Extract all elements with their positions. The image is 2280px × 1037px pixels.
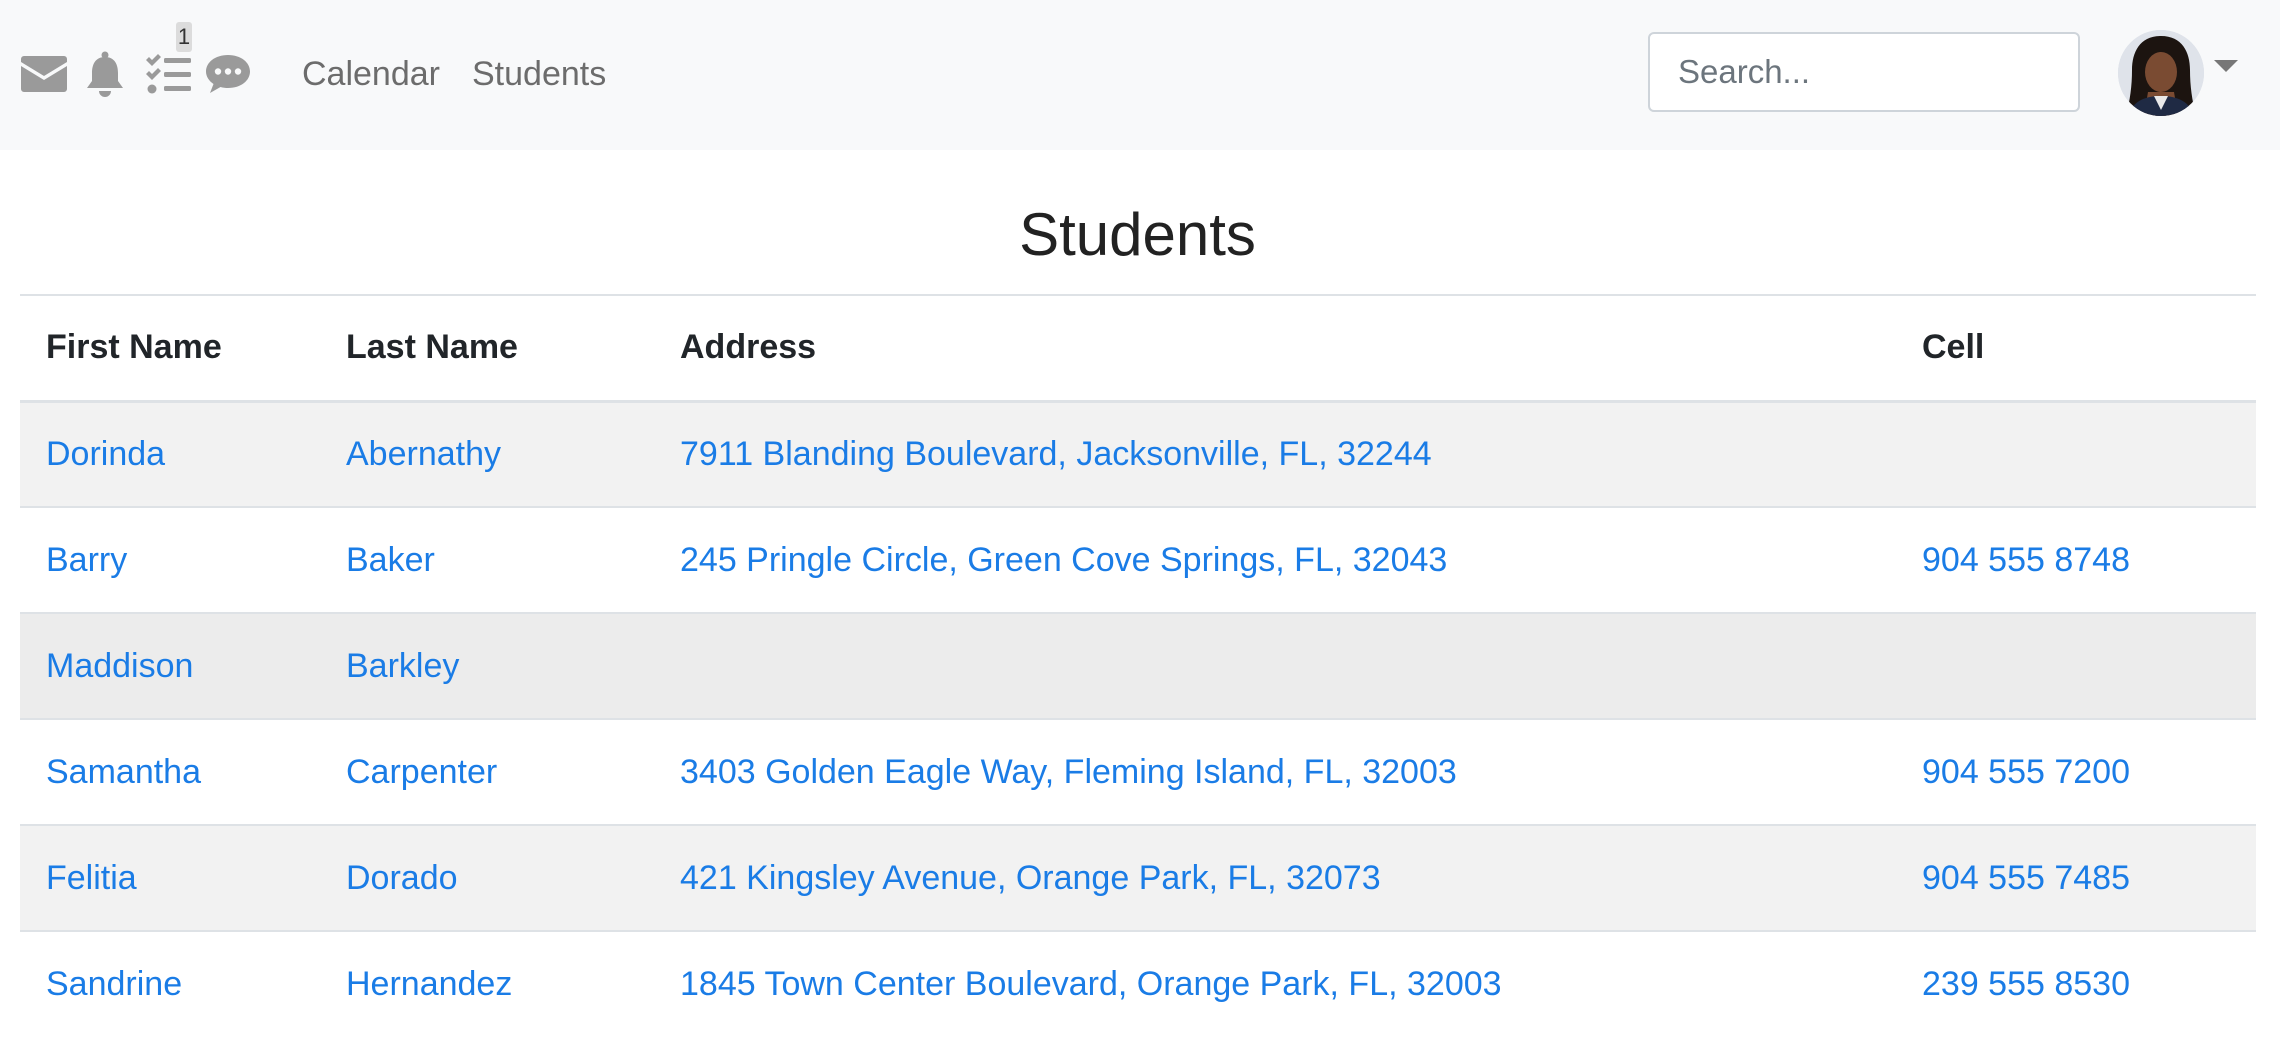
cell-phone-cell: 904 555 7485 <box>1896 824 2256 931</box>
first-name-cell: Dorinda <box>20 400 320 507</box>
address-cell: 7911 Blanding Boulevard, Jacksonville, F… <box>654 400 1896 507</box>
last-name-link[interactable]: Abernathy <box>346 435 501 473</box>
envelope-icon[interactable] <box>20 44 68 104</box>
last-name-cell: Dorado <box>320 824 654 931</box>
cell-phone-cell: 239 555 8530 <box>1896 930 2256 1037</box>
address-link[interactable]: 7911 Blanding Boulevard, Jacksonville, F… <box>680 435 1432 473</box>
cell-phone-cell: 904 555 8748 <box>1896 506 2256 613</box>
last-name-cell: Abernathy <box>320 400 654 507</box>
table-row: Samantha Carpenter 3403 Golden Eagle Way… <box>20 718 2256 825</box>
comment-icon[interactable] <box>204 44 252 104</box>
column-header-last-name[interactable]: Last Name <box>320 294 654 403</box>
last-name-cell: Barkley <box>320 612 654 719</box>
table-header-row: First Name Last Name Address Cell <box>20 294 2256 403</box>
last-name-link[interactable]: Barkley <box>346 647 459 685</box>
address-link[interactable]: 421 Kingsley Avenue, Orange Park, FL, 32… <box>680 859 1381 897</box>
avatar[interactable] <box>2118 30 2204 116</box>
last-name-link[interactable]: Baker <box>346 541 435 579</box>
cell-phone-link[interactable]: 904 555 7200 <box>1922 753 2130 791</box>
table-row: Maddison Barkley <box>20 612 2256 719</box>
cell-phone-link[interactable]: 904 555 8748 <box>1922 541 2130 579</box>
cell-phone-link[interactable]: 239 555 8530 <box>1922 965 2130 1003</box>
top-navbar: 1 Calendar Students <box>0 0 2280 150</box>
students-table: First Name Last Name Address Cell Dorind… <box>20 294 2256 1037</box>
last-name-link[interactable]: Dorado <box>346 859 458 897</box>
nav-link-calendar[interactable]: Calendar <box>302 50 440 98</box>
table-row: Felitia Dorado 421 Kingsley Avenue, Oran… <box>20 824 2256 931</box>
tasks-count-badge: 1 <box>176 22 192 52</box>
address-cell: 1845 Town Center Boulevard, Orange Park,… <box>654 930 1896 1037</box>
first-name-link[interactable]: Barry <box>46 541 127 579</box>
first-name-link[interactable]: Dorinda <box>46 435 165 473</box>
address-cell: 3403 Golden Eagle Way, Fleming Island, F… <box>654 718 1896 825</box>
cell-phone-cell <box>1896 400 2256 507</box>
first-name-link[interactable]: Sandrine <box>46 965 182 1003</box>
table-row: Sandrine Hernandez 1845 Town Center Boul… <box>20 930 2256 1037</box>
bell-icon[interactable] <box>84 44 126 104</box>
column-header-cell[interactable]: Cell <box>1896 294 2256 403</box>
first-name-link[interactable]: Maddison <box>46 647 193 685</box>
last-name-link[interactable]: Hernandez <box>346 965 512 1003</box>
first-name-link[interactable]: Samantha <box>46 753 201 791</box>
page-title: Students <box>1019 201 1256 268</box>
column-header-first-name[interactable]: First Name <box>20 294 320 403</box>
first-name-cell: Sandrine <box>20 930 320 1037</box>
last-name-cell: Hernandez <box>320 930 654 1037</box>
tasks-icon[interactable] <box>144 44 192 104</box>
address-cell <box>654 612 1896 719</box>
address-cell: 245 Pringle Circle, Green Cove Springs, … <box>654 506 1896 613</box>
first-name-link[interactable]: Felitia <box>46 859 137 897</box>
address-link[interactable]: 1845 Town Center Boulevard, Orange Park,… <box>680 965 1502 1003</box>
first-name-cell: Felitia <box>20 824 320 931</box>
search-input[interactable] <box>1648 32 2080 112</box>
nav-link-students[interactable]: Students <box>472 50 606 98</box>
column-header-address[interactable]: Address <box>654 294 1896 403</box>
first-name-cell: Barry <box>20 506 320 613</box>
table-row: Dorinda Abernathy 7911 Blanding Boulevar… <box>20 400 2256 507</box>
address-cell: 421 Kingsley Avenue, Orange Park, FL, 32… <box>654 824 1896 931</box>
cell-phone-link[interactable]: 904 555 7485 <box>1922 859 2130 897</box>
last-name-cell: Carpenter <box>320 718 654 825</box>
user-menu-caret-icon[interactable] <box>2214 60 2238 72</box>
first-name-cell: Samantha <box>20 718 320 825</box>
first-name-cell: Maddison <box>20 612 320 719</box>
last-name-link[interactable]: Carpenter <box>346 753 497 791</box>
cell-phone-cell: 904 555 7200 <box>1896 718 2256 825</box>
address-link[interactable]: 3403 Golden Eagle Way, Fleming Island, F… <box>680 753 1457 791</box>
table-row: Barry Baker 245 Pringle Circle, Green Co… <box>20 506 2256 613</box>
last-name-cell: Baker <box>320 506 654 613</box>
address-link[interactable]: 245 Pringle Circle, Green Cove Springs, … <box>680 541 1447 579</box>
cell-phone-cell <box>1896 612 2256 719</box>
